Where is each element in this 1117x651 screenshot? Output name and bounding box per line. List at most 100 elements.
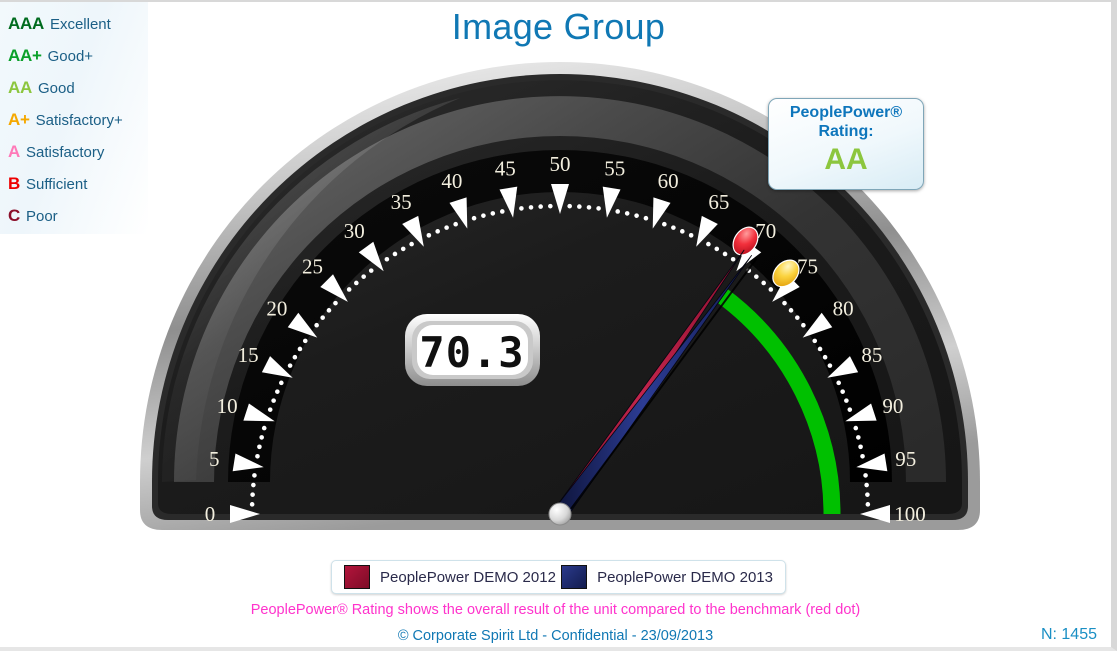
gauge-minor-tick xyxy=(795,315,800,320)
gauge-tick-label: 0 xyxy=(205,502,216,526)
legend-color-swatch xyxy=(561,565,588,589)
gauge-minor-tick xyxy=(252,473,257,478)
footer-copyright: © Corporate Spirit Ltd - Confidential - … xyxy=(397,628,714,644)
gauge-minor-tick xyxy=(490,211,496,216)
rating-code: B xyxy=(8,174,20,193)
series-legend: PeoplePower DEMO 2012 PeoplePower DEMO 2… xyxy=(331,560,786,594)
gauge-minor-tick xyxy=(722,251,728,257)
gauge-tick-label: 55 xyxy=(604,156,625,180)
gauge-minor-tick xyxy=(761,280,766,286)
gauge-tick-label: 5 xyxy=(209,447,220,471)
rating-code: AA xyxy=(8,78,32,97)
rating-label: Poor xyxy=(25,208,58,225)
gauge-minor-tick xyxy=(844,398,849,403)
gauge-minor-tick xyxy=(257,444,262,450)
gauge-minor-tick xyxy=(788,308,794,313)
respondent-count: N: 1455 xyxy=(1040,626,1097,643)
gauge-minor-tick xyxy=(768,287,774,292)
gauge-tick-label: 65 xyxy=(708,190,729,214)
gauge-tick-label: 40 xyxy=(441,169,462,193)
gauge-minor-tick xyxy=(354,280,359,286)
gauge-minor-tick xyxy=(368,268,374,273)
gauge-minor-tick xyxy=(730,256,736,262)
gauge-minor-tick xyxy=(302,338,308,344)
gauge-minor-tick xyxy=(865,492,870,497)
gauge-minor-tick xyxy=(782,300,787,306)
gauge-tick-label: 20 xyxy=(266,296,287,320)
callout-line-1: PeoplePower® xyxy=(789,104,903,121)
gauge-minor-tick xyxy=(267,407,273,412)
gauge-minor-tick xyxy=(577,204,582,209)
gauge-minor-tick xyxy=(409,241,414,247)
gauge-minor-tick xyxy=(261,425,267,431)
gauge-minor-tick xyxy=(860,453,865,459)
digital-readout: 70.3 xyxy=(405,314,540,386)
gauge-tick-label: 15 xyxy=(238,343,259,367)
legend-item-2013[interactable]: PeoplePower DEMO 2013 xyxy=(561,565,773,589)
rating-code: C xyxy=(8,206,20,225)
legend-color-swatch xyxy=(344,565,370,589)
rating-label: Sufficient xyxy=(25,176,88,193)
gauge-minor-tick xyxy=(453,221,458,227)
gauge-minor-tick xyxy=(444,225,449,230)
gauge-tick-label: 25 xyxy=(302,255,323,279)
gauge-minor-tick xyxy=(856,435,861,440)
gauge-minor-tick xyxy=(858,444,863,450)
legend-item-label: PeoplePower DEMO 2013 xyxy=(597,568,773,586)
gauge-minor-tick xyxy=(822,354,828,360)
gauge-minor-tick xyxy=(275,389,280,394)
gauge-tick-label: 90 xyxy=(882,394,903,418)
gauge-minor-tick xyxy=(754,274,759,279)
gauge-minor-tick xyxy=(333,300,338,306)
page-title: Image Group xyxy=(451,6,666,47)
gauge-tick-label: 95 xyxy=(895,447,916,471)
gauge-minor-tick xyxy=(392,251,398,257)
gauge-minor-tick xyxy=(863,473,868,478)
gauge-minor-tick xyxy=(297,346,303,352)
rating-label: Good xyxy=(37,80,75,97)
gauge-minor-tick xyxy=(528,205,534,210)
gauge-minor-tick xyxy=(400,246,406,252)
gauge-minor-tick xyxy=(320,315,325,320)
gauge-tick-label: 60 xyxy=(658,169,679,193)
gauge-minor-tick xyxy=(259,435,264,440)
gauge-tick-label: 50 xyxy=(550,152,571,176)
gauge-minor-tick xyxy=(840,389,845,394)
gauge-minor-tick xyxy=(836,380,841,386)
gauge-minor-tick xyxy=(812,338,818,344)
gauge-minor-tick xyxy=(426,233,432,238)
footer-note: PeoplePower® Rating shows the overall re… xyxy=(250,602,861,618)
gauge-minor-tick xyxy=(271,398,276,403)
gauge-tick-label: 75 xyxy=(797,255,818,279)
gauge-minor-tick xyxy=(847,407,853,412)
gauge-minor-tick xyxy=(624,211,630,216)
gauge-minor-tick xyxy=(548,203,553,209)
gauge-tick-label: 80 xyxy=(833,296,854,320)
digital-readout-value: 70.3 xyxy=(419,328,524,377)
gauge-minor-tick xyxy=(567,203,572,209)
gauge-minor-tick xyxy=(634,213,639,218)
gauge-minor-tick xyxy=(292,354,298,360)
gauge-tick-label: 10 xyxy=(217,394,238,418)
rating-label: Satisfactory xyxy=(25,144,105,161)
rating-code: A xyxy=(8,142,20,161)
rating-callout: PeoplePower® Rating: AA xyxy=(768,98,924,190)
gauge-minor-tick xyxy=(864,482,869,488)
gauge-minor-tick xyxy=(817,346,823,352)
gauge-minor-tick xyxy=(249,502,255,507)
gauge-minor-tick xyxy=(481,213,486,218)
gauge-minor-tick xyxy=(361,274,366,279)
gauge-tick-label: 100 xyxy=(894,502,926,526)
legend-item-label: PeoplePower DEMO 2012 xyxy=(380,568,556,586)
legend-item-2012[interactable]: PeoplePower DEMO 2012 xyxy=(344,565,556,589)
gauge-tick-label: 70 xyxy=(755,219,776,243)
gauge-minor-tick xyxy=(326,308,332,313)
gauge-minor-tick xyxy=(615,209,621,214)
callout-rating-value: AA xyxy=(824,143,868,176)
gauge-minor-tick xyxy=(586,205,592,210)
gauge-minor-tick xyxy=(643,215,649,221)
gauge-minor-tick xyxy=(255,453,260,459)
gauge-minor-tick xyxy=(471,215,477,221)
gauge-tick-label: 30 xyxy=(344,219,365,243)
gauge-minor-tick xyxy=(435,229,440,234)
